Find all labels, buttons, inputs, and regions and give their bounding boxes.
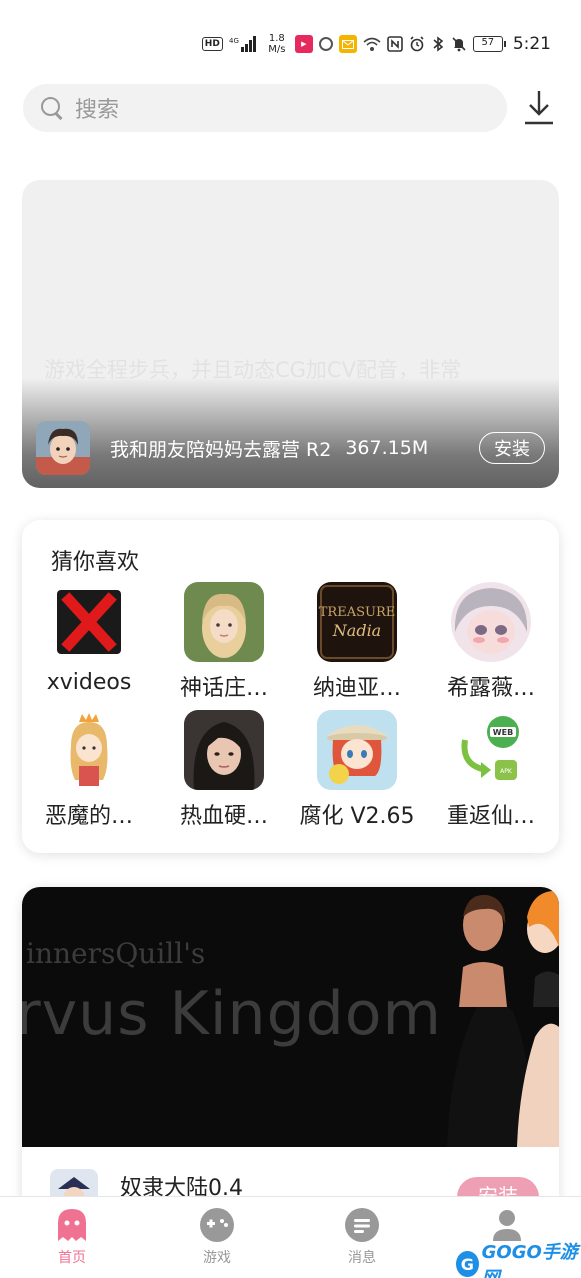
- boy-avatar-icon: [36, 421, 90, 475]
- recommend-item[interactable]: 腐化 V2.65: [292, 710, 422, 830]
- recommend-item-label: 希露薇…: [446, 676, 535, 701]
- recommend-item-label: 热血硬…: [179, 804, 268, 829]
- message-icon: [344, 1207, 380, 1243]
- tab-label: 消息: [348, 1250, 376, 1266]
- search-placeholder: 搜索: [75, 98, 120, 123]
- svg-text:4G: 4G: [229, 37, 239, 45]
- recommend-item[interactable]: TREASURE Nadia 纳迪亚…: [292, 582, 422, 702]
- recommend-item-label: 腐化 V2.65: [299, 804, 415, 829]
- svg-text:WEB: WEB: [493, 728, 513, 737]
- recommend-item[interactable]: 希露薇…: [426, 582, 556, 702]
- treasure-nadia-icon: TREASURE Nadia: [317, 582, 397, 662]
- bluetooth-icon: [431, 35, 445, 53]
- search-icon: [39, 95, 65, 121]
- status-bar: HD 4G 1.8 M/s ▶ 57 5:21: [201, 28, 551, 60]
- recommend-item[interactable]: 热血硬…: [159, 710, 289, 830]
- dark-hair-girl-icon: [184, 710, 264, 790]
- svg-text:Nadia: Nadia: [332, 621, 381, 640]
- banner-install-button[interactable]: 安装: [479, 432, 545, 464]
- princess-chibi-icon: [49, 710, 129, 790]
- recommend-card: 猜你喜欢 xvideos 神话庄… TREASURE Nadia 纳迪亚… 希露…: [22, 520, 559, 853]
- network-speed: 1.8 M/s: [268, 33, 286, 55]
- watermark-brand: GOGO手游网: [481, 1242, 578, 1278]
- blonde-girl-icon: [184, 582, 264, 662]
- ghost-home-icon: [54, 1207, 90, 1243]
- artwork-title-text: rvus Kingdom: [22, 979, 442, 1049]
- recommend-item[interactable]: 神话庄…: [159, 582, 289, 702]
- recommend-item-label: 神话庄…: [179, 676, 268, 701]
- search-bar[interactable]: 搜索: [23, 84, 507, 132]
- wifi-icon: [363, 35, 381, 53]
- featured-game-card[interactable]: innersQuill's rvus Kingdom 奴隶大陆0.4 安装: [22, 887, 559, 1217]
- recommend-item-label: xvideos: [46, 670, 132, 695]
- svg-text:TREASURE: TREASURE: [319, 605, 395, 620]
- watermark: G GOGO手游网: [456, 1238, 581, 1278]
- featured-banner[interactable]: 游戏全程步兵，并且动态CG加CV配音，非常 我和朋友陪妈妈去露营 R2 367.…: [22, 180, 559, 488]
- game-artwork: innersQuill's rvus Kingdom: [22, 887, 559, 1147]
- tab-home[interactable]: 首页: [22, 1207, 122, 1267]
- banner-game-row: 我和朋友陪妈妈去露营 R2 367.15M 安装: [36, 420, 545, 476]
- characters-illustration: [447, 890, 559, 1147]
- circle-notification-icon: [318, 37, 333, 51]
- recommend-item-label: 纳迪亚…: [312, 676, 401, 701]
- signal-icon: 4G: [229, 35, 259, 53]
- banner-game-title: 我和朋友陪妈妈去露营 R2: [110, 438, 332, 461]
- artwork-studio-text: innersQuill's: [26, 937, 206, 970]
- download-icon[interactable]: [522, 88, 556, 126]
- recommend-item[interactable]: xvideos: [24, 582, 154, 695]
- app-notification-icon: ▶: [294, 35, 313, 53]
- mute-icon: [451, 35, 467, 53]
- tab-games[interactable]: 游戏: [167, 1207, 267, 1267]
- nfc-icon: [387, 35, 403, 53]
- alarm-icon: [409, 35, 425, 53]
- recommend-item[interactable]: WEB APK 重返仙…: [426, 710, 556, 830]
- hd-icon: HD: [201, 37, 223, 51]
- banner-game-size: 367.15M: [345, 437, 429, 459]
- recommend-item-label: 重返仙…: [446, 804, 535, 829]
- red-x-icon: [49, 582, 129, 662]
- anime-girl-icon: [451, 582, 531, 662]
- game-pad-icon: [199, 1207, 235, 1243]
- explorer-girl-icon: [317, 710, 397, 790]
- mail-notification-icon: [338, 35, 357, 53]
- tab-label: 游戏: [203, 1250, 231, 1266]
- battery-icon: 57: [472, 36, 506, 52]
- gogo-logo-icon: G: [456, 1251, 479, 1277]
- tab-messages[interactable]: 消息: [312, 1207, 412, 1267]
- tab-label: 首页: [58, 1250, 86, 1266]
- recommend-heading: 猜你喜欢: [51, 550, 140, 575]
- recommend-item-label: 恶魔的…: [44, 804, 133, 829]
- svg-text:APK: APK: [500, 768, 513, 775]
- recommend-item[interactable]: 恶魔的…: [24, 710, 154, 830]
- clock: 5:21: [512, 34, 551, 54]
- web-apk-icon: WEB APK: [451, 710, 531, 790]
